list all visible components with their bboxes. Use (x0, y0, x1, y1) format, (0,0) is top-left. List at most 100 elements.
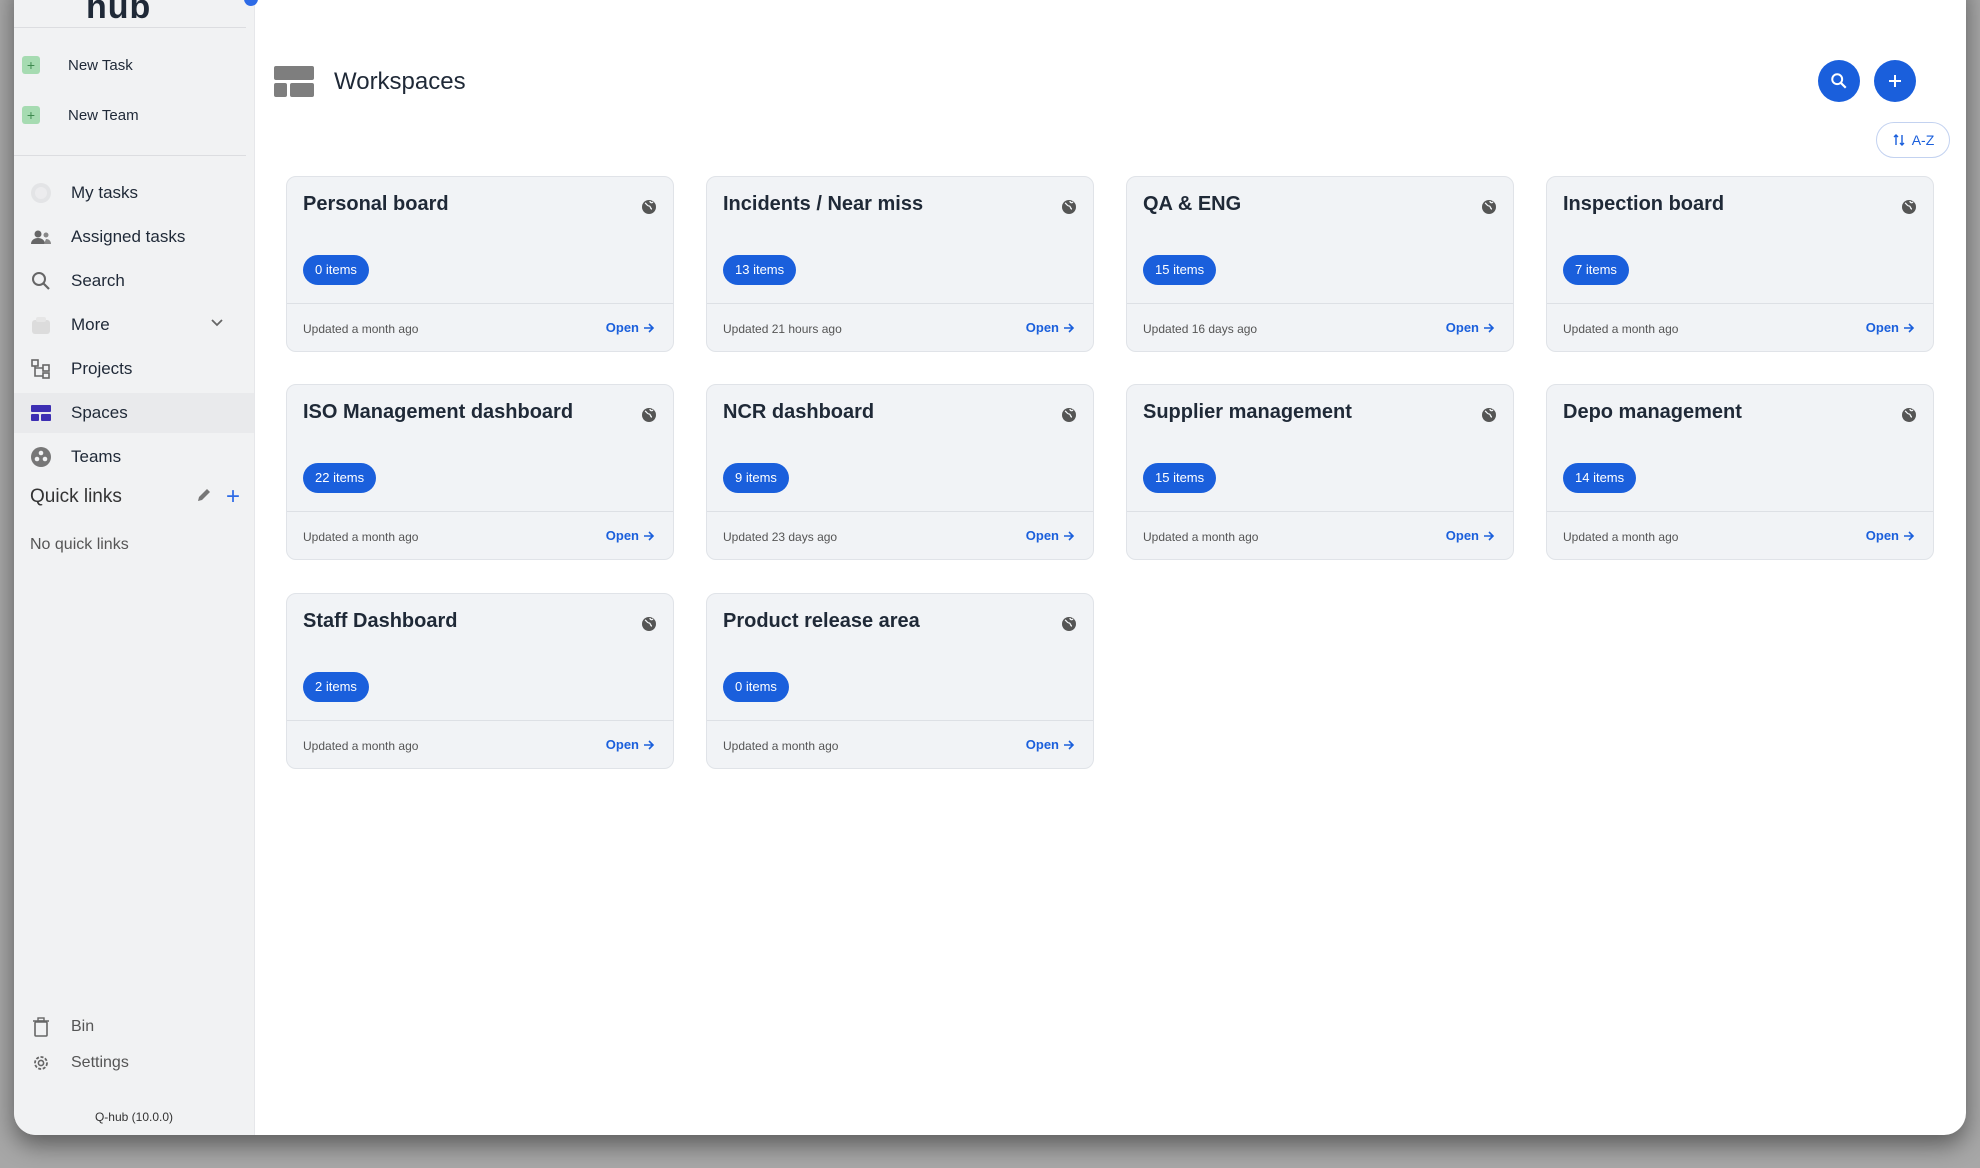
workspace-title: QA & ENG (1143, 193, 1242, 215)
open-label: Open (1025, 320, 1059, 335)
sidebar-item-teams[interactable]: Teams (14, 437, 254, 477)
quick-links-title: Quick links (30, 486, 122, 507)
globe-icon (1481, 407, 1497, 428)
card-divider (1127, 511, 1513, 512)
sidebar-item-label: Spaces (71, 403, 128, 422)
updated-text: Updated a month ago (303, 739, 419, 753)
sidebar-item-label: More (71, 315, 110, 334)
open-label: Open (1865, 528, 1899, 543)
search-icon (1831, 73, 1847, 89)
workspace-card[interactable]: Depo management 14 items Updated a month a… (1546, 384, 1934, 560)
sidebar-item-bin[interactable]: Bin (14, 1010, 254, 1044)
sidebar: hub + New Task + New Team My tasks Assig… (14, 0, 258, 1135)
open-link[interactable]: Open (1026, 528, 1075, 543)
workspace-title: Personal board (303, 193, 449, 215)
globe-icon (1061, 199, 1077, 220)
app-logo: hub (86, 0, 152, 26)
updated-text: Updated a month ago (1563, 322, 1679, 336)
open-link[interactable]: Open (1866, 528, 1915, 543)
more-icon (30, 314, 52, 336)
updated-text: Updated a month ago (1143, 530, 1259, 544)
chevron-down-icon[interactable] (210, 317, 224, 331)
item-count-badge: 0 items (723, 672, 789, 702)
open-link[interactable]: Open (1446, 320, 1495, 335)
item-count-badge: 7 items (1563, 255, 1629, 285)
projects-icon (30, 358, 52, 380)
sort-icon (1893, 134, 1905, 146)
globe-icon (1481, 199, 1497, 220)
arrow-right-icon (644, 530, 655, 541)
arrow-right-icon (644, 739, 655, 750)
quick-links-header: Quick links + (30, 482, 250, 512)
workspace-card[interactable]: Supplier management 15 items Updated a mon… (1126, 384, 1514, 560)
sidebar-item-more[interactable]: More (14, 305, 254, 345)
updated-text: Updated a month ago (723, 739, 839, 753)
card-divider (707, 511, 1093, 512)
open-link[interactable]: Open (1026, 320, 1075, 335)
bin-icon (30, 1016, 52, 1038)
card-divider (707, 303, 1093, 304)
sidebar-item-assigned-tasks[interactable]: Assigned tasks (14, 217, 254, 257)
updated-text: Updated 23 days ago (723, 530, 838, 544)
new-team-button[interactable]: + New Team (22, 97, 139, 133)
page-title: Workspaces (334, 68, 466, 95)
sidebar-item-label: Projects (71, 359, 133, 378)
sidebar-item-my-tasks[interactable]: My tasks (14, 173, 254, 213)
open-link[interactable]: Open (1446, 528, 1495, 543)
workspace-card[interactable]: NCR dashboard 9 items Updated 23 days ago O… (706, 384, 1094, 560)
open-link[interactable]: Open (1866, 320, 1915, 335)
open-label: Open (605, 320, 639, 335)
main-content: Workspaces A-Z Personal board 0 items Upda… (254, 0, 1966, 1135)
search-icon (30, 270, 52, 292)
sidebar-item-label: Teams (71, 447, 122, 466)
page-header: Workspaces (274, 60, 466, 104)
globe-icon (641, 407, 657, 428)
plus-icon (1889, 75, 1901, 87)
open-link[interactable]: Open (606, 737, 655, 752)
workspace-card[interactable]: Staff Dashboard 2 items Updated a month ag… (286, 593, 674, 769)
sidebar-item-search[interactable]: Search (14, 261, 254, 301)
workspace-card[interactable]: Product release area 0 items Updated a mon… (706, 593, 1094, 769)
sidebar-item-label: Settings (71, 1054, 129, 1071)
pencil-icon[interactable] (196, 487, 212, 508)
search-button[interactable] (1818, 60, 1860, 102)
globe-icon (1061, 616, 1077, 637)
open-link[interactable]: Open (606, 320, 655, 335)
card-divider (1127, 303, 1513, 304)
sidebar-divider (14, 27, 246, 28)
gear-icon (30, 1052, 52, 1074)
globe-icon (1901, 199, 1917, 220)
arrow-right-icon (1904, 322, 1915, 333)
workspace-title: Incidents / Near miss (723, 193, 924, 215)
sidebar-item-spaces[interactable]: Spaces (14, 393, 254, 433)
globe-icon (641, 616, 657, 637)
sidebar-item-settings[interactable]: Settings (14, 1046, 254, 1080)
arrow-right-icon (644, 322, 655, 333)
workspace-card[interactable]: ISO Management dashboard 22 items Updated … (286, 384, 674, 560)
card-divider (287, 303, 673, 304)
updated-text: Updated a month ago (303, 530, 419, 544)
workspace-title: NCR dashboard (723, 401, 875, 423)
teams-icon (30, 446, 52, 468)
sort-button[interactable]: A-Z (1876, 122, 1950, 158)
add-workspace-button[interactable] (1874, 60, 1916, 102)
updated-text: Updated a month ago (303, 322, 419, 336)
new-task-button[interactable]: + New Task (22, 47, 133, 83)
workspace-card[interactable]: Inspection board 7 items Updated a month a… (1546, 176, 1934, 352)
globe-icon (1901, 407, 1917, 428)
open-label: Open (1025, 528, 1059, 543)
updated-text: Updated a month ago (1563, 530, 1679, 544)
open-link[interactable]: Open (606, 528, 655, 543)
updated-text: Updated 21 hours ago (723, 322, 842, 336)
item-count-badge: 13 items (723, 255, 797, 285)
workspace-card[interactable]: QA & ENG 15 items Updated 16 days ago Open (1126, 176, 1514, 352)
open-link[interactable]: Open (1026, 737, 1075, 752)
sidebar-item-projects[interactable]: Projects (14, 349, 254, 389)
workspace-card[interactable]: Incidents / Near miss 13 items Updated 21 … (706, 176, 1094, 352)
card-divider (287, 720, 673, 721)
open-label: Open (605, 737, 639, 752)
card-divider (707, 720, 1093, 721)
item-count-badge: 0 items (303, 255, 369, 285)
workspace-card[interactable]: Personal board 0 items Updated a month ago… (286, 176, 674, 352)
add-quick-link-button[interactable]: + (226, 485, 240, 509)
